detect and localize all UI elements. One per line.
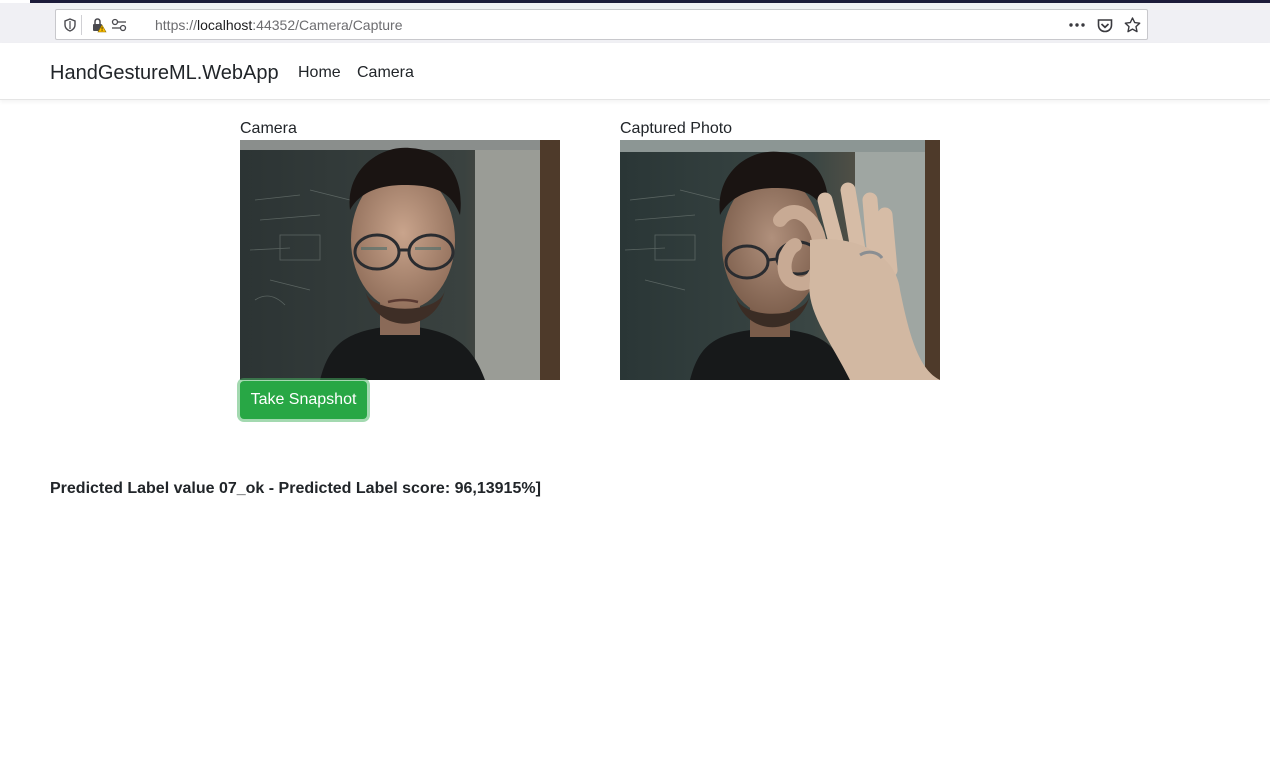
- camera-video: [240, 140, 560, 380]
- brand-link[interactable]: HandGestureML.WebApp: [50, 62, 279, 85]
- url-prefix: https://: [155, 17, 198, 33]
- url-text[interactable]: https://localhost:44352/Camera/Capture: [155, 17, 403, 33]
- more-icon[interactable]: [1067, 17, 1087, 33]
- captured-photo-image: [620, 140, 940, 380]
- nav-link-camera[interactable]: Camera: [357, 64, 414, 82]
- address-bar-separator: [81, 15, 82, 35]
- browser-toolbar: https://localhost:44352/Camera/Capture: [0, 3, 1270, 43]
- url-host: localhost: [197, 17, 253, 33]
- camera-label: Camera: [240, 120, 297, 137]
- lock-warning-icon[interactable]: [91, 17, 107, 33]
- app-navbar: HandGestureML.WebApp Home Camera: [0, 43, 1270, 100]
- address-bar[interactable]: https://localhost:44352/Camera/Capture: [55, 9, 1148, 40]
- shield-icon[interactable]: [63, 17, 77, 33]
- captured-photo-label: Captured Photo: [620, 120, 733, 137]
- star-icon[interactable]: [1123, 17, 1141, 33]
- url-path: :44352/Camera/Capture: [252, 17, 403, 33]
- prediction-result: Predicted Label value 07_ok - Predicted …: [50, 480, 541, 497]
- permissions-icon[interactable]: [111, 17, 127, 33]
- take-snapshot-button[interactable]: Take Snapshot: [240, 381, 367, 419]
- nav-link-home[interactable]: Home: [298, 64, 341, 82]
- pocket-icon[interactable]: [1096, 17, 1114, 33]
